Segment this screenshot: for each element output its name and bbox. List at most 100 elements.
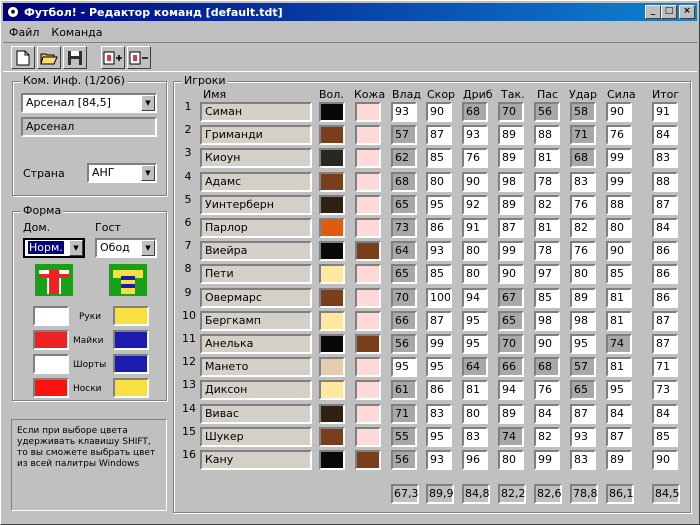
stat-cell[interactable]: 68 — [462, 102, 488, 122]
player-name-field[interactable]: Киоун — [200, 148, 312, 169]
stat-cell[interactable]: 89 — [570, 287, 596, 308]
skin-color-swatch[interactable] — [355, 125, 381, 146]
stat-cell[interactable]: 98 — [498, 171, 524, 192]
skin-color-swatch[interactable] — [355, 171, 381, 192]
stat-cell[interactable]: 83 — [426, 403, 452, 424]
skin-color-swatch[interactable] — [355, 426, 381, 447]
stat-cell[interactable]: 93 — [391, 102, 417, 122]
stat-cell[interactable]: 86 — [426, 218, 452, 238]
stat-cell[interactable]: 93 — [426, 241, 452, 262]
player-name-field[interactable]: Овермарс — [200, 287, 312, 308]
stat-cell[interactable]: 78 — [534, 241, 560, 262]
stat-cell[interactable]: 74 — [606, 334, 632, 354]
skin-color-swatch[interactable] — [355, 403, 381, 424]
stat-cell[interactable]: 56 — [391, 450, 417, 470]
stat-cell[interactable]: 80 — [606, 218, 632, 238]
player-name-field[interactable]: Виейра — [200, 241, 312, 262]
hair-color-swatch[interactable] — [319, 218, 345, 238]
stat-cell[interactable]: 76 — [534, 380, 560, 401]
stat-cell[interactable]: 90 — [606, 102, 632, 122]
stat-cell[interactable]: 82 — [534, 194, 560, 215]
stat-cell[interactable]: 90 — [462, 171, 488, 192]
team-name-field[interactable]: Арсенал — [21, 117, 157, 137]
skin-color-swatch[interactable] — [355, 218, 381, 238]
skin-color-swatch[interactable] — [355, 357, 381, 378]
stat-cell[interactable]: 67 — [498, 287, 524, 308]
stat-cell[interactable]: 83 — [570, 171, 596, 192]
stat-cell[interactable]: 85 — [606, 264, 632, 285]
away-socks-color[interactable] — [113, 378, 149, 398]
stat-cell[interactable]: 66 — [391, 310, 417, 331]
stat-cell[interactable]: 87 — [570, 403, 596, 424]
stat-cell[interactable]: 70 — [498, 102, 524, 122]
stat-cell[interactable]: 85 — [426, 148, 452, 169]
stat-cell[interactable]: 58 — [570, 102, 596, 122]
stat-cell[interactable]: 83 — [570, 450, 596, 470]
skin-color-swatch[interactable] — [355, 241, 381, 262]
stat-cell[interactable]: 86 — [426, 380, 452, 401]
stat-cell[interactable]: 84 — [606, 403, 632, 424]
home-shorts-color[interactable] — [33, 354, 69, 374]
hair-color-swatch[interactable] — [319, 125, 345, 146]
stat-cell[interactable]: 81 — [462, 380, 488, 401]
hair-color-swatch[interactable] — [319, 450, 345, 470]
chevron-down-icon[interactable]: ▼ — [141, 240, 155, 256]
stat-cell[interactable]: 93 — [426, 450, 452, 470]
stat-cell[interactable]: 98 — [570, 310, 596, 331]
player-name-field[interactable]: Шукер — [200, 426, 312, 447]
stat-cell[interactable]: 70 — [391, 287, 417, 308]
player-name-field[interactable]: Диксон — [200, 380, 312, 401]
stat-cell[interactable]: 81 — [606, 357, 632, 378]
away-hands-color[interactable] — [113, 306, 149, 326]
home-socks-color[interactable] — [33, 378, 69, 398]
stat-cell[interactable]: 81 — [534, 218, 560, 238]
hair-color-swatch[interactable] — [319, 357, 345, 378]
add-team-button[interactable] — [101, 46, 125, 69]
stat-cell[interactable]: 100 — [426, 287, 452, 308]
skin-color-swatch[interactable] — [355, 287, 381, 308]
player-name-field[interactable]: Бергкамп — [200, 310, 312, 331]
stat-cell[interactable]: 70 — [498, 334, 524, 354]
stat-cell[interactable]: 99 — [534, 450, 560, 470]
stat-cell[interactable]: 92 — [462, 194, 488, 215]
remove-team-button[interactable] — [127, 46, 151, 69]
player-name-field[interactable]: Анелька — [200, 334, 312, 354]
stat-cell[interactable]: 76 — [570, 194, 596, 215]
stat-cell[interactable]: 89 — [606, 450, 632, 470]
chevron-down-icon[interactable]: ▼ — [69, 240, 83, 256]
stat-cell[interactable]: 88 — [606, 194, 632, 215]
stat-cell[interactable]: 87 — [426, 310, 452, 331]
stat-cell[interactable]: 94 — [462, 287, 488, 308]
stat-cell[interactable]: 65 — [391, 194, 417, 215]
stat-cell[interactable]: 90 — [498, 264, 524, 285]
stat-cell[interactable]: 94 — [498, 380, 524, 401]
stat-cell[interactable]: 83 — [462, 426, 488, 447]
minimize-button[interactable]: _ — [645, 5, 661, 19]
stat-cell[interactable]: 80 — [462, 241, 488, 262]
stat-cell[interactable]: 64 — [391, 241, 417, 262]
stat-cell[interactable]: 97 — [534, 264, 560, 285]
stat-cell[interactable]: 80 — [462, 264, 488, 285]
stat-cell[interactable]: 71 — [391, 403, 417, 424]
stat-cell[interactable]: 68 — [534, 357, 560, 378]
stat-cell[interactable]: 65 — [570, 380, 596, 401]
stat-cell[interactable]: 76 — [462, 148, 488, 169]
stat-cell[interactable]: 76 — [570, 241, 596, 262]
stat-cell[interactable]: 89 — [498, 403, 524, 424]
stat-cell[interactable]: 93 — [570, 426, 596, 447]
stat-cell[interactable]: 81 — [606, 287, 632, 308]
stat-cell[interactable]: 95 — [391, 357, 417, 378]
stat-cell[interactable]: 95 — [570, 334, 596, 354]
stat-cell[interactable]: 95 — [426, 357, 452, 378]
hair-color-swatch[interactable] — [319, 287, 345, 308]
home-shirt-color[interactable] — [33, 330, 69, 350]
menu-team[interactable]: Команда — [45, 26, 108, 39]
stat-cell[interactable]: 96 — [462, 450, 488, 470]
hair-color-swatch[interactable] — [319, 380, 345, 401]
hair-color-swatch[interactable] — [319, 310, 345, 331]
player-name-field[interactable]: Адамс — [200, 171, 312, 192]
skin-color-swatch[interactable] — [355, 194, 381, 215]
player-name-field[interactable]: Кану — [200, 450, 312, 470]
hair-color-swatch[interactable] — [319, 334, 345, 354]
skin-color-swatch[interactable] — [355, 264, 381, 285]
